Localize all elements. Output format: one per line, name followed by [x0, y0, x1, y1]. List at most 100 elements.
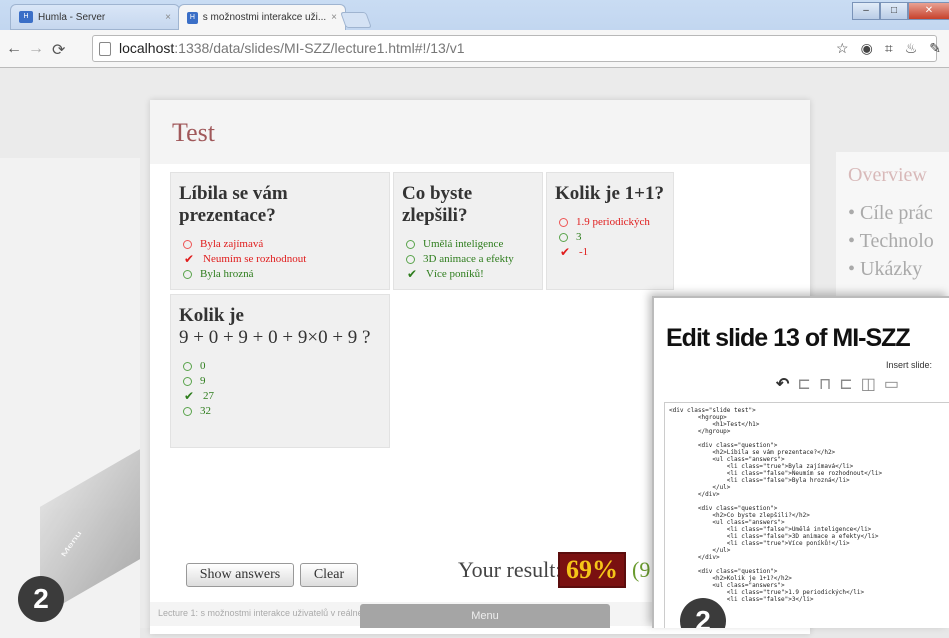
undo-icon[interactable]: ↶ [776, 374, 789, 394]
screenshot-icon[interactable]: ⌗ [885, 40, 893, 57]
answer-label: 3D animace a efekty [423, 252, 514, 265]
menu-bar[interactable]: Menu [360, 604, 610, 628]
answer-item[interactable]: Byla hrozná [183, 267, 381, 282]
answer-item[interactable]: 0 [183, 359, 381, 374]
overview-panel: Overview • Cíle prác • Technolo • Ukázky [836, 152, 949, 312]
question-title: Líbila se vám prezentace? [179, 183, 288, 226]
radio-icon [183, 361, 192, 371]
show-answers-button[interactable]: Show answers [186, 563, 294, 587]
answer-label: Umělá inteligence [423, 237, 504, 250]
address-bar[interactable]: localhost:1338/data/slides/MI-SZZ/lectur… [92, 35, 937, 62]
favicon-icon: H [187, 11, 198, 24]
question-card: Líbila se vám prezentace? Byla zajímavá … [170, 172, 390, 290]
answer-item[interactable]: 3D animace a efekty [406, 252, 534, 267]
question-title: Kolik je 9 + 0 + 9 + 0 + 9×0 + 9 ? [179, 305, 381, 349]
layout-blank-icon[interactable]: ▭ [884, 374, 899, 394]
slide-editor-panel: Edit slide 13 of MI-SZZ Insert slide: ↶ … [652, 296, 949, 628]
answer-item[interactable]: ✔ -1 [559, 245, 665, 260]
wrench-icon[interactable]: ✎ [929, 40, 941, 57]
reload-icon[interactable]: ⟳ [52, 40, 65, 60]
new-tab-button[interactable] [340, 12, 372, 28]
answer-label: 9 [200, 374, 206, 387]
minimize-button[interactable]: – [852, 2, 880, 20]
insert-slide-label: Insert slide: [886, 360, 933, 370]
answer-label: -1 [579, 245, 589, 258]
clear-button[interactable]: Clear [300, 563, 358, 587]
radio-icon [183, 239, 192, 249]
result-extra: (9 [632, 557, 651, 582]
answer-item[interactable]: ✔ Více poníků! [406, 267, 534, 282]
page-icon [99, 42, 111, 56]
answer-label: Více poníků! [426, 267, 484, 280]
star-icon[interactable]: ☆ [836, 40, 849, 57]
radio-icon [406, 239, 415, 249]
answer-label: 1.9 periodických [576, 215, 650, 228]
answer-item[interactable]: 32 [183, 404, 381, 419]
editor-toolbar: ↶ ⊏ ⊓ ⊏ ◫ ▭ [776, 374, 899, 394]
left-menu-label: Menu [59, 529, 84, 559]
tab-humla-server[interactable]: H Humla - Server × [10, 4, 180, 30]
answer-item[interactable]: 3 [559, 230, 665, 245]
question-card: Co byste zlepšili? Umělá inteligence 3D … [393, 172, 543, 290]
window-controls: – □ ✕ [852, 2, 949, 20]
answer-label: 32 [200, 404, 211, 417]
slide-header: Test [150, 100, 810, 164]
layout-two-column-icon[interactable]: ◫ [861, 374, 876, 394]
answer-item[interactable]: 1.9 periodických [559, 215, 665, 230]
maximize-button[interactable]: □ [880, 2, 908, 20]
overview-item[interactable]: • Cíle prác [848, 199, 937, 227]
result-score: 69% [558, 552, 626, 588]
radio-icon [406, 254, 415, 264]
tab-label: Humla - Server [38, 11, 106, 23]
close-window-button[interactable]: ✕ [908, 2, 949, 20]
answer-label: 27 [203, 389, 214, 402]
close-tab-icon[interactable]: × [165, 12, 171, 23]
answer-item[interactable]: Byla zajímavá [183, 237, 381, 252]
answer-item[interactable]: 9 [183, 374, 381, 389]
answer-label: Byla hrozná [200, 267, 254, 280]
overview-item-label: Technolo [859, 230, 934, 252]
close-tab-icon[interactable]: × [331, 12, 337, 23]
overview-title: Overview [848, 164, 927, 186]
answer-item[interactable]: ✔ 27 [183, 389, 381, 404]
question-title-line2: 9 + 0 + 9 + 0 + 9×0 + 9 ? [179, 326, 371, 348]
result-label: Your result: [458, 557, 562, 582]
url-host: localhost [119, 40, 175, 56]
answer-item[interactable]: ✔ Neumím se rozhodnout [183, 252, 381, 267]
browser-chrome: H Humla - Server × H s možnostmi interak… [0, 0, 949, 68]
overview-item[interactable]: • Technolo [848, 227, 937, 255]
slide-code-editor[interactable]: <div class="slide test"> <hgroup> <h1>Te… [664, 402, 949, 628]
layout-content-icon[interactable]: ⊏ [839, 374, 852, 394]
toolbar: ← → ⟳ localhost:1338/data/slides/MI-SZZ/… [0, 30, 949, 68]
check-icon: ✔ [559, 244, 571, 259]
check-icon: ✔ [183, 251, 195, 266]
check-icon: ✔ [183, 388, 195, 403]
radio-icon [559, 232, 568, 242]
overview-item-label: Ukázky [860, 258, 923, 280]
slide-title: Test [172, 118, 215, 147]
back-icon[interactable]: ← [6, 40, 22, 58]
layout-slide-icon[interactable]: ⊏ [797, 374, 810, 394]
answer-item[interactable]: Umělá inteligence [406, 237, 534, 252]
overview-item[interactable]: • Ukázky [848, 255, 937, 283]
answer-label: Neumím se rozhodnout [203, 252, 307, 265]
question-card: Kolik je 1+1? 1.9 periodických 3 ✔ -1 [546, 172, 674, 290]
tab-lecture[interactable]: H s možnostmi interakce uži... × [178, 4, 346, 30]
radio-icon [183, 406, 192, 416]
editor-title: Edit slide 13 of MI-SZZ [666, 324, 911, 352]
step-number-badge: 2 [18, 576, 64, 622]
record-icon[interactable]: ◉ [861, 40, 873, 57]
check-icon: ✔ [406, 266, 418, 281]
answer-label: 0 [200, 359, 206, 372]
forward-icon[interactable]: → [28, 40, 44, 58]
url-path: :1338/data/slides/MI-SZZ/lecture1.html#!… [174, 40, 465, 56]
extension-icon[interactable]: ♨ [905, 40, 918, 57]
tab-label: s možnostmi interakce uži... [202, 12, 327, 23]
layout-title-icon[interactable]: ⊓ [819, 374, 831, 394]
overview-item-label: Cíle prác [860, 202, 933, 224]
answer-label: 3 [576, 230, 582, 243]
radio-icon [183, 376, 192, 386]
answer-label: Byla zajímavá [200, 237, 264, 250]
question-title: Co byste zlepšili? [402, 183, 473, 226]
question-card: Kolik je 9 + 0 + 9 + 0 + 9×0 + 9 ? 0 9 ✔ 2… [170, 294, 390, 448]
